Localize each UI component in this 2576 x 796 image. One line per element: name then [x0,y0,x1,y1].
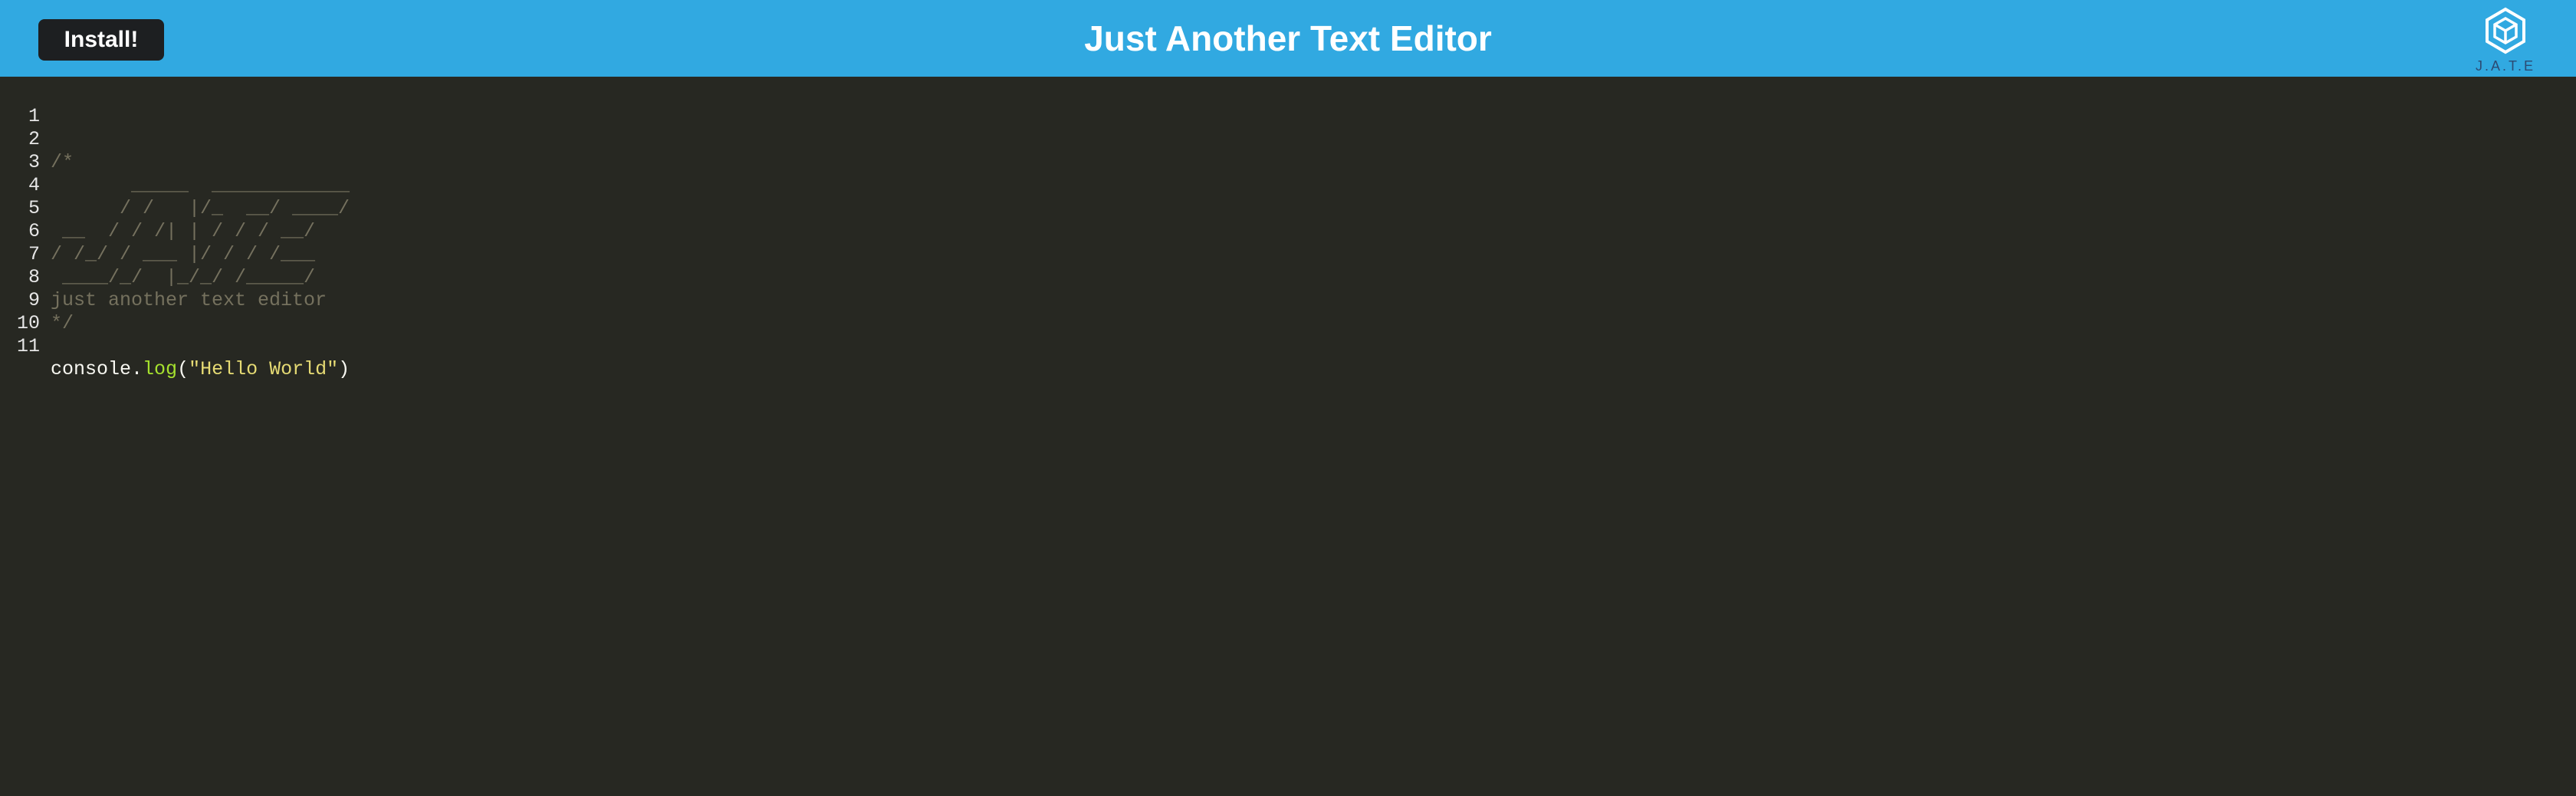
line-number: 11 [16,335,40,357]
code-line: 3 _____ ____________ [0,128,350,196]
cube-logo-icon [2486,7,2525,54]
code-line: 8 just another text editor [0,243,327,311]
navbar: Install! Just Another Text Editor J.A.T.… [0,0,2576,77]
open-paren: ( [177,358,189,380]
code-line: 5 __ / / /| | / / / __/ [0,174,315,242]
comment-text: */ [51,312,74,334]
code-line: 10 [0,289,46,334]
code-line: 1 [0,82,46,127]
logo-text: J.A.T.E [2475,58,2535,74]
logo: J.A.T.E [2469,6,2542,75]
code-line: 7 ____/_/ |_/_/ /_____/ [0,220,315,288]
dot-operator: . [131,358,143,380]
code-line: 4 / / |/_ __/ ____/ [0,151,350,219]
install-button[interactable]: Install! [38,19,164,61]
console-object: console [51,358,132,380]
ascii-art-line: __ / / /| | / / / __/ [51,220,316,242]
code-line: 9 */ [0,266,74,334]
code-editor[interactable]: 1 2 /* 3 _____ ____________ 4 / / |/_ __… [0,77,2576,796]
code-line: 2 /* [0,105,74,173]
app-title: Just Another Text Editor [1084,18,1492,58]
ascii-art-line: _____ ____________ [51,174,350,196]
hello-world-string: "Hello World" [189,358,339,380]
comment-text: just another text editor [51,289,327,311]
code-line: 6 / /_/ / ___ |/ / / /___ [0,197,315,265]
ascii-art-line: / /_/ / ___ |/ / / /___ [51,243,316,265]
ascii-art-line: ____/_/ |_/_/ /_____/ [51,266,316,288]
line-text: console.log("Hello World") [51,358,350,381]
code-line: 11 console.log("Hello World") [0,312,350,380]
log-method: log [143,358,178,380]
ascii-art-line: / / |/_ __/ ____/ [51,197,350,219]
comment-text: /* [51,151,74,173]
close-paren: ) [338,358,350,380]
